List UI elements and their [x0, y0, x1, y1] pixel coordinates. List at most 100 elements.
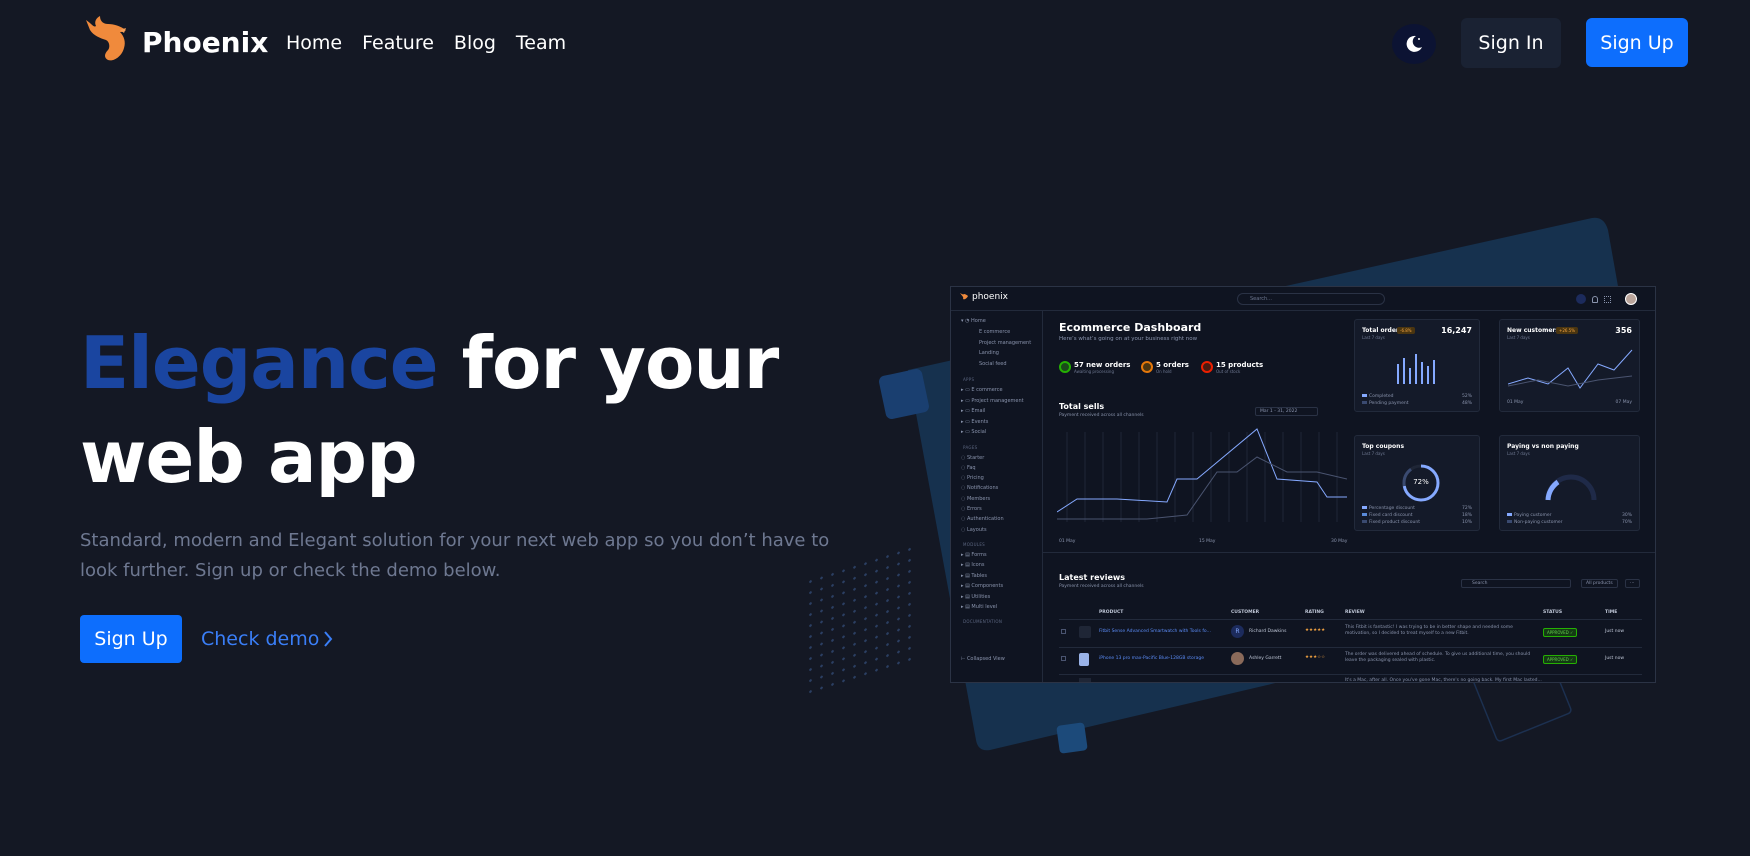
- sidebar-section-label: DOCUMENTATION: [963, 618, 1003, 624]
- legend-item: Fixed card discount: [1362, 513, 1413, 518]
- dashboard-logo-text: phoenix: [972, 292, 1008, 302]
- legend-label: Fixed product discount: [1369, 520, 1420, 525]
- kpi-note: Awaiting processing: [1074, 369, 1114, 374]
- sidebar-item[interactable]: ◌ Layouts: [961, 527, 987, 533]
- sidebar-item[interactable]: ▸ ▭ E commerce: [961, 387, 1003, 393]
- reviews-title: Latest reviews: [1059, 573, 1126, 582]
- nav-link-feature[interactable]: Feature: [362, 32, 434, 54]
- sidebar-item[interactable]: ▸ ▭ Project management: [961, 398, 1024, 404]
- paying-gauge: [1545, 474, 1597, 501]
- column-header-status[interactable]: STATUS: [1543, 610, 1562, 615]
- table-row[interactable]: It's a Mac, after all. Once you've gone …: [1059, 676, 1642, 683]
- sidebar-item[interactable]: ◌ Starter: [961, 455, 984, 461]
- legend-pct: 10%: [1461, 520, 1472, 525]
- phoenix-logo-icon: [960, 293, 968, 300]
- card-title: Top coupons: [1362, 443, 1405, 450]
- column-header-customer[interactable]: CUSTOMER: [1231, 610, 1259, 615]
- bell-icon[interactable]: [1592, 295, 1598, 303]
- dashboard-topbar: phoenix Search...: [951, 287, 1655, 311]
- legend-item: Completed: [1362, 394, 1394, 399]
- column-header-rating[interactable]: RATING: [1305, 610, 1324, 615]
- sidebar-item[interactable]: ▸ ▭ Social: [961, 429, 986, 435]
- sidebar-item[interactable]: ▸ ▭ Events: [961, 419, 988, 425]
- nav-link-team[interactable]: Team: [516, 32, 566, 54]
- legend-pct: 70%: [1621, 520, 1632, 525]
- sidebar-item[interactable]: ▸ ▤ Utilities: [961, 594, 990, 600]
- legend-pct: 18%: [1461, 513, 1472, 518]
- reviews-subtitle: Payment received across all channels: [1059, 584, 1144, 589]
- sidebar-item[interactable]: ◌ Pricing: [961, 475, 984, 481]
- legend-label: Non-paying customer: [1514, 520, 1563, 525]
- sidebar-item[interactable]: ▸ ▤ Components: [961, 583, 1003, 589]
- nav-link-blog[interactable]: Blog: [454, 32, 496, 54]
- sidebar-section-label: PAGES: [963, 444, 978, 450]
- hero-title-accent: Elegance: [80, 321, 439, 405]
- grid-icon[interactable]: [1604, 295, 1611, 303]
- sidebar-collapse-button[interactable]: ⊢ Collapsed View: [961, 656, 1005, 662]
- card-period: Last 7 days: [1362, 451, 1385, 456]
- legend-pct: 72%: [1461, 506, 1472, 511]
- sidebar-item[interactable]: ◌ Members: [961, 496, 990, 502]
- nav-link-home[interactable]: Home: [286, 32, 342, 54]
- x-label: 30 May: [1331, 539, 1348, 544]
- card-period: Last 7 days: [1507, 451, 1530, 456]
- brand-link[interactable]: Phoenix: [80, 14, 268, 70]
- hero-sign-up-button[interactable]: Sign Up: [80, 615, 182, 663]
- row-checkbox[interactable]: [1061, 629, 1066, 634]
- sidebar-item[interactable]: ◌ Notifications: [961, 485, 998, 491]
- sign-in-button[interactable]: Sign In: [1461, 18, 1561, 68]
- product-link[interactable]: iPhone 13 pro max-Pacific Blue-128GB sto…: [1099, 656, 1204, 661]
- table-row[interactable]: iPhone 13 pro max-Pacific Blue-128GB sto…: [1059, 650, 1642, 672]
- x-label: 15 May: [1199, 539, 1216, 544]
- sidebar-item[interactable]: ▸ ▤ Icons: [961, 562, 984, 568]
- chevron-right-icon: [324, 631, 333, 647]
- sidebar-item[interactable]: ▸ ▭ Email: [961, 408, 985, 414]
- review-time: Just now: [1605, 656, 1625, 661]
- theme-icon[interactable]: [1576, 294, 1586, 304]
- dashboard-search-input[interactable]: Search...: [1237, 293, 1385, 305]
- kpi-value: 15 products: [1216, 361, 1264, 369]
- sidebar-item[interactable]: ◌ Errors: [961, 506, 982, 512]
- sidebar-item-home[interactable]: ▾ ◔ Home: [961, 318, 986, 324]
- date-range-select[interactable]: Mar 1 - 31, 2022: [1255, 407, 1319, 416]
- sidebar-item[interactable]: ▸ ▤ Tables: [961, 573, 987, 579]
- kpi-value: 5 orders: [1156, 361, 1189, 369]
- sidebar-subitem[interactable]: Landing: [979, 350, 999, 356]
- total-orders-bars: [1397, 354, 1435, 384]
- sign-up-button[interactable]: Sign Up: [1586, 18, 1688, 67]
- theme-toggle-button[interactable]: [1392, 24, 1436, 64]
- sidebar-subitem[interactable]: E commerce: [979, 329, 1010, 335]
- review-time: Just now: [1605, 629, 1625, 634]
- table-row[interactable]: Fitbit Sense Advanced Smartwatch with To…: [1059, 623, 1642, 645]
- sidebar-subitem[interactable]: Social feed: [979, 361, 1007, 367]
- sidebar-subitem[interactable]: Project management: [979, 340, 1031, 346]
- x-label: 01 May: [1059, 539, 1076, 544]
- reviews-filter-select[interactable]: All products: [1581, 579, 1618, 588]
- hero-title-line2: web app: [80, 415, 418, 499]
- legend-item: Percentage discount: [1362, 506, 1415, 511]
- product-link[interactable]: Fitbit Sense Advanced Smartwatch with To…: [1099, 629, 1211, 634]
- column-header-product[interactable]: PRODUCT: [1099, 610, 1123, 615]
- legend-label: Fixed card discount: [1369, 513, 1413, 518]
- sidebar-item[interactable]: ◌ Authentication: [961, 516, 1004, 522]
- more-button[interactable]: ⋯: [1625, 579, 1640, 588]
- new-customers-card: New customers +26.5% 356 Last 7 days 01 …: [1499, 319, 1640, 412]
- column-header-time[interactable]: TIME: [1605, 610, 1617, 615]
- check-demo-link[interactable]: Check demo: [201, 628, 333, 650]
- legend-label: Completed: [1369, 394, 1394, 399]
- sidebar-item[interactable]: ▸ ▤ Forms: [961, 552, 987, 558]
- customer-name[interactable]: Richard Dawkins: [1249, 629, 1286, 634]
- sidebar-item[interactable]: ◌ Faq: [961, 465, 976, 471]
- review-text: It's a Mac, after all. Once you've gone …: [1345, 678, 1542, 683]
- sidebar-item[interactable]: ▸ ▤ Multi level: [961, 604, 997, 610]
- avatar[interactable]: [1625, 293, 1637, 305]
- kpi-note: On hold: [1156, 369, 1172, 374]
- row-checkbox[interactable]: [1061, 656, 1066, 661]
- status-badge: APPROVED ✓: [1543, 655, 1578, 664]
- sidebar-section-label: MODULES: [963, 541, 986, 547]
- avatar: R: [1231, 625, 1244, 638]
- column-header-review[interactable]: REVIEW: [1345, 610, 1365, 615]
- reviews-search-input[interactable]: Search: [1461, 579, 1571, 588]
- customer-name[interactable]: Ashley Garrett: [1249, 656, 1281, 661]
- card-title: Paying vs non paying: [1507, 443, 1579, 450]
